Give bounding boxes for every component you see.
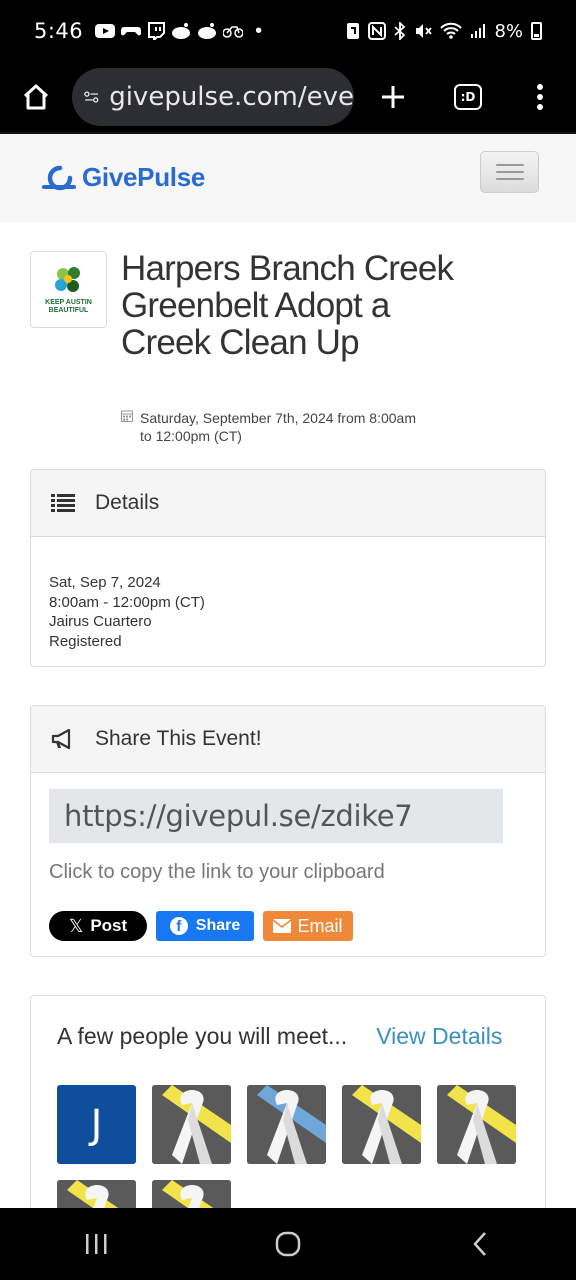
mute-icon bbox=[416, 24, 433, 38]
list-icon bbox=[51, 494, 77, 512]
browser-toolbar: givepulse.com/eve :D bbox=[0, 62, 576, 132]
details-date: Sat, Sep 7, 2024 bbox=[49, 574, 161, 591]
bike-icon bbox=[223, 26, 244, 38]
givepulse-logo-icon bbox=[42, 165, 76, 190]
tab-switcher-button[interactable]: :D bbox=[432, 84, 504, 110]
youtube-icon bbox=[95, 24, 116, 38]
new-tab-button[interactable] bbox=[354, 84, 432, 110]
address-bar[interactable]: givepulse.com/eve bbox=[72, 68, 354, 126]
twitch-icon bbox=[148, 22, 166, 40]
givepulse-logo[interactable]: GivePulse bbox=[42, 162, 205, 193]
facebook-share-button[interactable]: f Share bbox=[156, 911, 254, 941]
details-time: 8:00am - 12:00pm (CT) bbox=[49, 593, 205, 611]
event-date-line1: Saturday, September 7th, 2024 from 8:00a… bbox=[140, 410, 417, 426]
event-date-line2: to 12:00pm (CT) bbox=[140, 428, 242, 444]
details-body: Sat, Sep 7, 2024 8:00am - 12:00pm (CT) J… bbox=[31, 537, 545, 651]
logo-text: GivePulse bbox=[82, 162, 206, 192]
share-panel-header: Share This Event! bbox=[31, 706, 545, 773]
nfc-n-icon bbox=[368, 22, 387, 40]
status-bar: 5:46 • 8% bbox=[0, 0, 576, 62]
details-status: Registered bbox=[49, 632, 122, 650]
tab-count: :D bbox=[454, 84, 482, 110]
avatar[interactable]: J bbox=[57, 1085, 136, 1164]
site-header: GivePulse bbox=[0, 132, 576, 222]
home-nav-button[interactable] bbox=[192, 1231, 384, 1257]
organization-logo-text: KEEP AUSTIN BEAUTIFUL bbox=[45, 298, 92, 314]
url-text[interactable]: givepulse.com/eve bbox=[109, 82, 354, 112]
avatar[interactable] bbox=[152, 1085, 231, 1164]
system-navigation-bar bbox=[0, 1208, 576, 1280]
status-time: 5:46 bbox=[34, 19, 84, 43]
email-share-button[interactable]: Email bbox=[263, 911, 353, 941]
reddit-icon bbox=[198, 23, 217, 39]
avatar[interactable] bbox=[437, 1085, 516, 1164]
back-chevron-icon bbox=[473, 1232, 486, 1256]
event-date-text: Saturday, September 7th, 2024 from 8:00a… bbox=[140, 409, 416, 445]
email-share-label: Email bbox=[297, 915, 343, 936]
event-title: Harpers Branch Creek Greenbelt Adopt a C… bbox=[121, 249, 454, 362]
share-link-field[interactable]: https://givepul.se/zdike7 bbox=[49, 789, 503, 843]
event-date: Saturday, September 7th, 2024 from 8:00a… bbox=[121, 409, 451, 445]
megaphone-icon bbox=[51, 729, 77, 749]
people-panel: A few people you will meet... View Detai… bbox=[30, 995, 546, 1235]
hamburger-line bbox=[495, 178, 524, 180]
system-icons: 8% bbox=[346, 21, 542, 42]
hamburger-line bbox=[495, 171, 524, 173]
notification-icons: • bbox=[95, 20, 262, 43]
people-heading: A few people you will meet... bbox=[57, 1023, 348, 1049]
home-button[interactable] bbox=[0, 62, 72, 132]
ribbon-avatar-icon bbox=[342, 1085, 421, 1164]
calendar-icon bbox=[121, 409, 135, 445]
site-settings-icon[interactable] bbox=[84, 86, 99, 108]
copy-hint: Click to copy the link to your clipboard bbox=[49, 861, 385, 883]
reddit-icon bbox=[172, 23, 191, 39]
browser-menu-button[interactable] bbox=[504, 83, 576, 111]
view-details-link[interactable]: View Details bbox=[376, 1023, 502, 1050]
hamburger-line bbox=[495, 164, 524, 166]
nfc-icon bbox=[347, 23, 360, 39]
details-panel: Details Sat, Sep 7, 2024 8:00am - 12:00p… bbox=[30, 469, 546, 667]
avatar[interactable] bbox=[247, 1085, 326, 1164]
avatar[interactable] bbox=[342, 1085, 421, 1164]
home-circle-icon bbox=[275, 1231, 301, 1257]
battery-percent: 8% bbox=[494, 20, 523, 42]
share-panel: Share This Event! https://givepul.se/zdi… bbox=[30, 705, 546, 957]
signal-icon bbox=[471, 24, 486, 38]
recent-apps-button[interactable] bbox=[0, 1233, 192, 1255]
home-icon bbox=[23, 84, 49, 110]
details-heading: Details bbox=[95, 491, 160, 514]
facebook-share-label: Share bbox=[195, 917, 241, 934]
envelope-icon bbox=[273, 919, 292, 933]
share-buttons: 𝕏 Post f Share Email bbox=[49, 911, 545, 941]
share-heading: Share This Event! bbox=[95, 727, 262, 750]
keep-austin-beautiful-logo-icon bbox=[54, 266, 80, 292]
ribbon-avatar-icon bbox=[247, 1085, 326, 1164]
plus-icon bbox=[382, 86, 404, 108]
x-logo-icon: 𝕏 bbox=[68, 915, 84, 936]
post-on-x-label: Post bbox=[90, 916, 128, 935]
ribbon-avatar-icon bbox=[152, 1085, 231, 1164]
organization-logo[interactable]: KEEP AUSTIN BEAUTIFUL bbox=[30, 251, 107, 328]
back-button[interactable] bbox=[384, 1231, 576, 1257]
more-vert-icon bbox=[537, 84, 543, 110]
dot-icon: • bbox=[255, 19, 263, 42]
ribbon-avatar-icon bbox=[437, 1085, 516, 1164]
nav-menu-toggle[interactable] bbox=[480, 151, 539, 193]
facebook-icon: f bbox=[169, 917, 188, 935]
wifi-icon bbox=[440, 22, 463, 39]
details-panel-header: Details bbox=[31, 470, 545, 537]
details-name: Jairus Cuartero bbox=[49, 613, 152, 630]
battery-icon bbox=[531, 22, 542, 40]
people-header: A few people you will meet... View Detai… bbox=[31, 996, 545, 1050]
post-on-x-button[interactable]: 𝕏 Post bbox=[49, 911, 147, 941]
gamepad-icon bbox=[121, 27, 142, 36]
bluetooth-icon bbox=[394, 22, 406, 40]
recent-apps-icon bbox=[86, 1234, 107, 1254]
